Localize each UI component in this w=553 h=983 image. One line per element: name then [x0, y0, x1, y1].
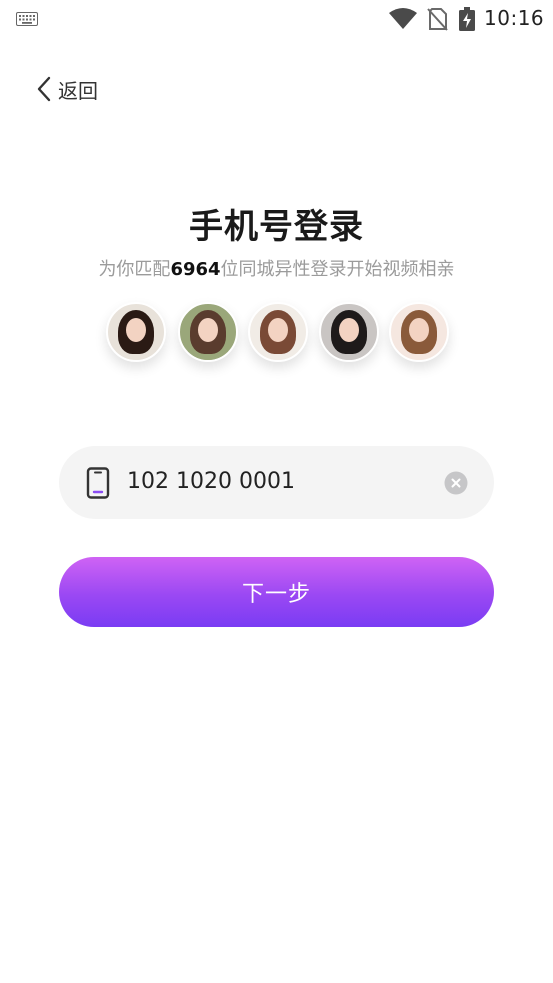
match-count: 6964: [170, 259, 221, 280]
chevron-left-icon: [37, 76, 51, 102]
keyboard-icon: [16, 12, 38, 26]
back-button[interactable]: 返回: [34, 72, 98, 106]
phone-input[interactable]: 102 1020 0001: [127, 469, 295, 494]
avatar: [248, 302, 308, 362]
phone-icon: [86, 467, 110, 499]
subtitle: 为你匹配6964位同城异性登录开始视频相亲: [0, 255, 553, 281]
battery-charging-icon: [459, 7, 475, 31]
phone-field[interactable]: 102 1020 0001: [59, 446, 494, 519]
back-label: 返回: [58, 78, 98, 103]
avatar: [389, 302, 449, 362]
no-sim-icon: [427, 8, 448, 31]
avatar: [106, 302, 166, 362]
avatar-row: [0, 302, 553, 362]
status-bar: 10:16: [0, 0, 553, 38]
subtitle-prefix: 为你匹配: [98, 259, 171, 280]
clear-icon[interactable]: [444, 471, 468, 495]
status-time: 10:16: [484, 6, 545, 30]
next-button[interactable]: 下一步: [59, 557, 494, 627]
wifi-icon: [389, 8, 417, 29]
avatar: [319, 302, 379, 362]
login-page: 10:16 返回 手机号登录 为你匹配6964位同城异性登录开始视频相亲 102…: [0, 0, 553, 983]
page-title: 手机号登录: [189, 207, 364, 247]
subtitle-suffix: 位同城异性登录开始视频相亲: [220, 259, 455, 280]
avatar: [178, 302, 238, 362]
